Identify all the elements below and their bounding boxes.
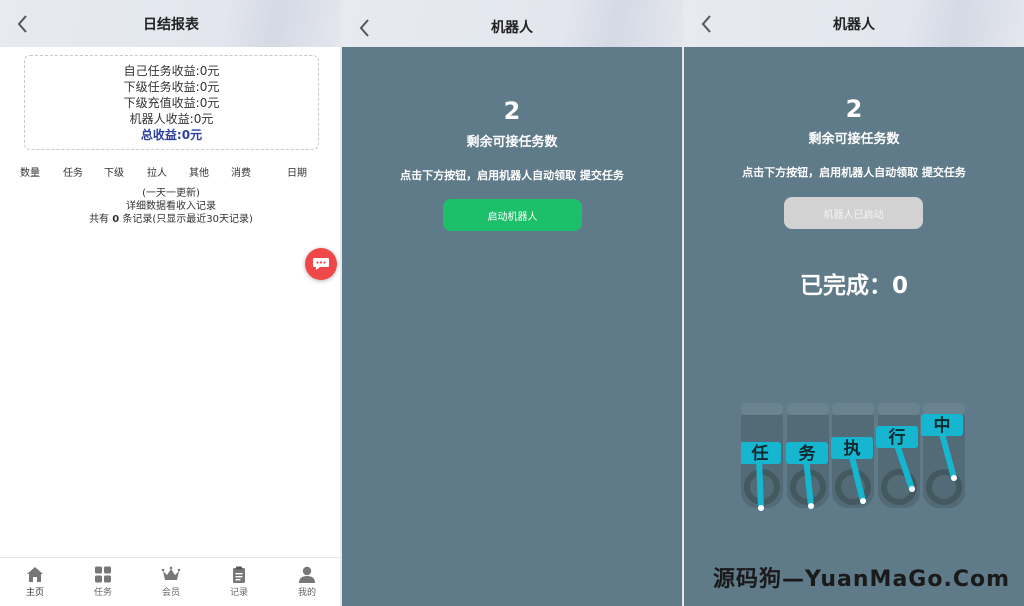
update-note: (一天一更新)	[142, 188, 200, 199]
tab-home[interactable]: 主页	[10, 566, 60, 598]
back-arrow-icon[interactable]	[356, 17, 376, 39]
daily-report-screen: 日结报表 自己任务收益:0元 下级任务收益:0元 下级充值收益:0元 机器人收益…	[0, 0, 342, 606]
earnings-summary-card: 自己任务收益:0元 下级任务收益:0元 下级充值收益:0元 机器人收益:0元 总…	[24, 55, 319, 150]
grid-icon	[95, 566, 111, 583]
robot-hint: 点击下方按钮，启用机器人自动领取 提交任务	[742, 166, 966, 179]
user-icon	[299, 566, 315, 583]
page-title: 日结报表	[143, 16, 199, 33]
slot-character: 务	[799, 443, 817, 464]
slot-character: 任	[751, 443, 769, 464]
slot-dot	[860, 498, 866, 504]
clipboard-icon	[233, 566, 245, 583]
page-title: 机器人	[833, 16, 875, 33]
report-notes: (一天一更新) 详细数据看收入记录 共有 0 条记录(只显示最近30天记录)	[0, 187, 342, 226]
column-header: 拉人	[147, 168, 167, 179]
slot-dot	[951, 475, 957, 481]
remaining-task-label: 剩余可接任务数	[808, 132, 900, 147]
record-count: 0	[112, 214, 120, 225]
slot-dot	[909, 486, 915, 492]
back-arrow-icon[interactable]	[698, 13, 718, 35]
tab-tasks[interactable]: 任务	[78, 566, 128, 598]
robot-screen-idle: 机器人 2 剩余可接任务数 点击下方按钮，启用机器人自动领取 提交任务 启动机器…	[342, 0, 682, 606]
completed-count: 已完成：0	[799, 273, 908, 299]
robot-hint: 点击下方按钮，启用机器人自动领取 提交任务	[400, 169, 624, 182]
crown-icon	[162, 566, 180, 580]
column-header: 任务	[63, 168, 83, 179]
slot-dot	[808, 503, 814, 509]
detail-note: 详细数据看收入记录	[126, 201, 216, 212]
tab-mine[interactable]: 我的	[282, 566, 332, 598]
slot-column: 务	[786, 403, 829, 509]
slot-column: 行	[876, 403, 920, 508]
chat-button[interactable]	[305, 248, 337, 280]
robot-income: 机器人收益:0元	[129, 112, 214, 126]
slot-dot	[758, 505, 764, 511]
home-icon	[27, 567, 43, 582]
robot-started-button[interactable]: 机器人已启动	[784, 197, 923, 229]
own-task-income: 自己任务收益:0元	[123, 64, 220, 78]
tab-records[interactable]: 记录	[214, 566, 264, 598]
column-header: 数量	[20, 168, 40, 179]
total-income: 总收益:0元	[140, 128, 203, 142]
sub-recharge-income: 下级充值收益:0元	[123, 96, 220, 110]
slot-character: 执	[844, 438, 861, 459]
slot-character: 行	[888, 427, 906, 448]
chat-bubble-icon	[313, 258, 329, 270]
page-title: 机器人	[491, 19, 533, 36]
slot-column: 执	[831, 403, 874, 508]
running-animation: 任 务 执 行 中	[741, 403, 965, 511]
watermark-text: 源码狗—YuanMaGo.Com	[713, 567, 1010, 592]
back-arrow-icon[interactable]	[14, 13, 34, 35]
nav-bar: 机器人	[342, 0, 682, 47]
column-header: 日期	[287, 168, 307, 179]
sub-task-income: 下级任务收益:0元	[123, 80, 220, 94]
remaining-task-count: 2	[845, 95, 863, 123]
record-count-line: 共有 0 条记录(只显示最近30天记录)	[89, 214, 253, 225]
slot-column: 任	[741, 403, 783, 511]
remaining-task-count: 2	[503, 97, 521, 125]
bottom-tab-bar: 主页 任务 会员 记录 我的	[0, 557, 342, 606]
robot-screen-running: 机器人 2 剩余可接任务数 点击下方按钮，启用机器人自动领取 提交任务 机器人已…	[684, 0, 1024, 606]
slot-character: 中	[934, 415, 951, 436]
column-header: 下级	[104, 168, 124, 179]
nav-bar: 日结报表	[0, 0, 342, 47]
remaining-task-label: 剩余可接任务数	[466, 135, 558, 150]
column-header: 消费	[231, 168, 251, 179]
nav-bar: 机器人	[684, 0, 1024, 47]
start-robot-button[interactable]: 启动机器人	[443, 199, 582, 231]
tab-membership[interactable]: 会员	[146, 566, 196, 598]
column-header: 其他	[189, 168, 209, 179]
slot-column: 中	[921, 403, 965, 508]
